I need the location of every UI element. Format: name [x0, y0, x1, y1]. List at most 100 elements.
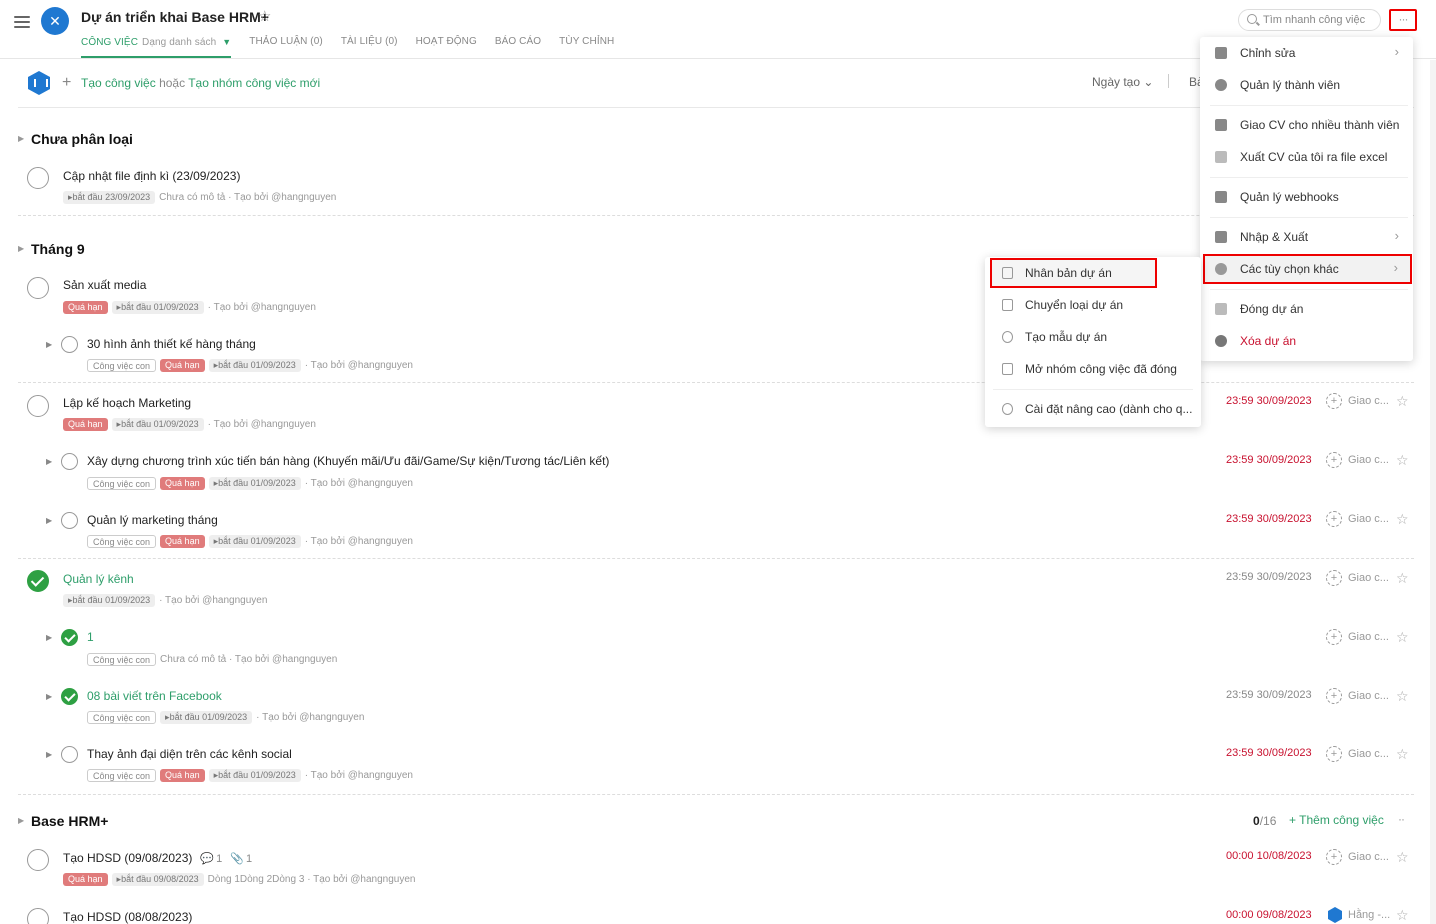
- subtask-title[interactable]: Xây dựng chương trình xúc tiến bán hàng …: [87, 454, 609, 468]
- menu-item-delete-project[interactable]: Xóa dự án: [1200, 326, 1413, 356]
- star-icon[interactable]: ☆: [1396, 452, 1409, 469]
- sort-dropdown[interactable]: Ngày tạo ⌄: [1092, 75, 1153, 89]
- due-date: 23:59 30/09/2023: [1226, 747, 1312, 759]
- subtask-checkbox-done[interactable]: [61, 688, 78, 705]
- star-icon[interactable]: ☆: [258, 7, 271, 25]
- caret-down-icon: ▼: [222, 37, 232, 47]
- task-checkbox-done[interactable]: [27, 570, 49, 592]
- star-icon[interactable]: ☆: [1396, 849, 1409, 866]
- add-assignee-icon: +: [1326, 393, 1342, 409]
- task-meta: Quá hạn ▸bắt đầu 01/09/2023 · Tạo bởi @h…: [63, 301, 316, 314]
- task-title[interactable]: Quản lý kênh: [63, 572, 134, 586]
- subtask-title[interactable]: 30 hình ảnh thiết kế hàng tháng: [87, 337, 256, 351]
- search-icon: [1247, 14, 1257, 24]
- tab-documents[interactable]: Tài liệu (0): [341, 36, 398, 58]
- task-title[interactable]: Lập kế hoạch Marketing: [63, 396, 191, 410]
- star-icon[interactable]: ☆: [1396, 746, 1409, 763]
- submenu-item-duplicate[interactable]: Nhân bản dự án: [990, 258, 1157, 288]
- submenu-item-template[interactable]: Tạo mẫu dự án: [985, 322, 1201, 352]
- add-assignee-icon: +: [1326, 688, 1342, 704]
- plus-icon[interactable]: +: [62, 74, 71, 92]
- submenu-item-change-type[interactable]: Chuyển loại dự án: [985, 290, 1201, 320]
- menu-item-webhooks[interactable]: Quản lý webhooks: [1200, 182, 1413, 212]
- expand-caret-icon[interactable]: ▶: [18, 244, 24, 253]
- subtask-checkbox[interactable]: [61, 512, 78, 529]
- expand-caret-icon[interactable]: ▶: [46, 633, 52, 642]
- star-icon[interactable]: ☆: [1396, 688, 1409, 705]
- subtask-checkbox-done[interactable]: [61, 629, 78, 646]
- task-meta: Công việc con Quá hạn ▸bắt đầu 01/09/202…: [87, 535, 413, 548]
- lock-icon: [1002, 363, 1013, 375]
- start-badge: ▸bắt đầu 23/09/2023: [63, 191, 156, 204]
- tab-tasks[interactable]: Công việc Dạng danh sách ▼: [81, 36, 232, 58]
- star-icon[interactable]: ☆: [1396, 907, 1409, 924]
- plus-icon: +: [1289, 813, 1297, 827]
- task-meta: ▸bắt đầu 01/09/2023 · Tạo bởi @hangnguye…: [63, 594, 267, 607]
- tab-customize[interactable]: Tùy chỉnh: [559, 36, 614, 58]
- task-checkbox[interactable]: [27, 849, 49, 871]
- menu-item-other-options[interactable]: Các tùy chọn khác ›: [1203, 254, 1412, 284]
- star-icon[interactable]: ☆: [1396, 570, 1409, 587]
- subtask-title[interactable]: 1: [87, 630, 94, 644]
- scrollbar[interactable]: [1430, 60, 1436, 924]
- menu-item-export-excel[interactable]: Xuất CV của tôi ra file excel: [1200, 142, 1413, 172]
- task-checkbox[interactable]: [27, 395, 49, 417]
- tab-reports[interactable]: Báo cáo: [495, 36, 541, 58]
- expand-caret-icon[interactable]: ▶: [18, 816, 24, 825]
- chevron-right-icon: ›: [1393, 260, 1398, 275]
- menu-item-edit[interactable]: Chỉnh sửa ›: [1200, 38, 1413, 68]
- subtask-checkbox[interactable]: [61, 453, 78, 470]
- more-options-button[interactable]: ···: [1389, 9, 1417, 31]
- task-title[interactable]: Sản xuất media: [63, 278, 146, 292]
- assign-button[interactable]: + Giao c...: [1326, 511, 1389, 527]
- group-more-icon[interactable]: ··: [1398, 812, 1405, 826]
- assign-button[interactable]: + Giao c...: [1326, 688, 1389, 704]
- task-checkbox[interactable]: [27, 167, 49, 189]
- menu-icon[interactable]: [14, 16, 30, 30]
- menu-item-members[interactable]: Quản lý thành viên: [1200, 70, 1413, 100]
- menu-item-close-project[interactable]: Đóng dự án: [1200, 294, 1413, 324]
- assign-button[interactable]: + Giao c...: [1326, 629, 1389, 645]
- expand-caret-icon[interactable]: ▶: [46, 340, 52, 349]
- subtask-checkbox[interactable]: [61, 336, 78, 353]
- tab-discussion[interactable]: Thảo luận (0): [249, 36, 323, 58]
- expand-caret-icon[interactable]: ▶: [46, 516, 52, 525]
- menu-item-bulk-assign[interactable]: Giao CV cho nhiều thành viên: [1200, 110, 1413, 140]
- create-group-link[interactable]: Tạo nhóm công việc mới: [188, 76, 320, 90]
- separator: [1168, 74, 1169, 88]
- expand-caret-icon[interactable]: ▶: [46, 750, 52, 759]
- assign-button[interactable]: + Giao c...: [1326, 570, 1389, 586]
- expand-caret-icon[interactable]: ▶: [18, 134, 24, 143]
- assignee[interactable]: Hằng -...: [1328, 907, 1390, 923]
- task-title[interactable]: Tạo HDSD (08/08/2023): [63, 910, 192, 924]
- task-title[interactable]: Cập nhật file định kì (23/09/2023): [63, 169, 240, 183]
- submenu-item-open-closed-groups[interactable]: Mở nhóm công việc đã đóng: [985, 354, 1201, 384]
- create-task-link[interactable]: Tạo công việc: [81, 76, 156, 90]
- subtask-title[interactable]: Quản lý marketing tháng: [87, 513, 218, 527]
- add-task-button[interactable]: + Thêm công việc: [1289, 813, 1384, 827]
- tab-activity[interactable]: Hoạt động: [416, 36, 477, 58]
- assign-button[interactable]: + Giao c...: [1326, 393, 1389, 409]
- other-options-submenu: Nhân bản dự án Chuyển loại dự án Tạo mẫu…: [985, 257, 1201, 427]
- task-checkbox[interactable]: [27, 277, 49, 299]
- quick-search-input[interactable]: Tìm nhanh công việc: [1238, 9, 1381, 31]
- subtask-title[interactable]: Thay ảnh đại diện trên các kênh social: [87, 747, 292, 761]
- menu-item-import-export[interactable]: Nhập & Xuất ›: [1200, 222, 1413, 252]
- task-meta: Quá hạn ▸bắt đầu 09/08/2023 Dòng 1Dòng 2…: [63, 873, 415, 886]
- submenu-item-advanced-settings[interactable]: Cài đặt nâng cao (dành cho q...: [985, 394, 1201, 424]
- user-icon: [1215, 79, 1227, 91]
- task-checkbox[interactable]: [27, 908, 49, 924]
- star-icon[interactable]: ☆: [1396, 393, 1409, 410]
- assign-button[interactable]: + Giao c...: [1326, 746, 1389, 762]
- view-icon[interactable]: [28, 71, 50, 95]
- assign-button[interactable]: + Giao c...: [1326, 452, 1389, 468]
- expand-caret-icon[interactable]: ▶: [46, 457, 52, 466]
- star-icon[interactable]: ☆: [1396, 629, 1409, 646]
- assign-button[interactable]: + Giao c...: [1326, 849, 1389, 865]
- task-title[interactable]: Tạo HDSD (09/08/2023) 💬 1 📎 1: [63, 851, 252, 865]
- star-icon[interactable]: ☆: [1396, 511, 1409, 528]
- task-meta: Công việc con Chưa có mô tả · Tạo bởi @h…: [87, 653, 337, 666]
- subtask-checkbox[interactable]: [61, 746, 78, 763]
- subtask-title[interactable]: 08 bài viết trên Facebook: [87, 689, 222, 703]
- expand-caret-icon[interactable]: ▶: [46, 692, 52, 701]
